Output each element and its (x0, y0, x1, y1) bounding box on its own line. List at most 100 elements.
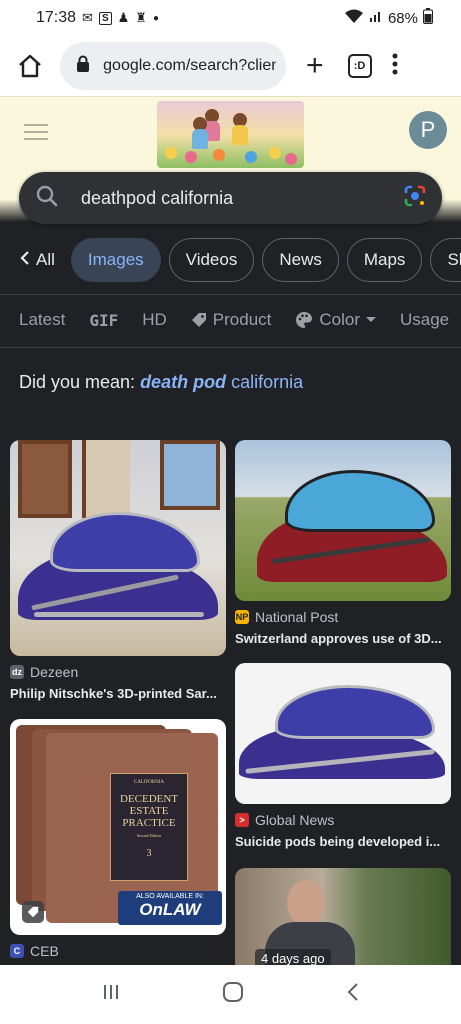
s-app-icon: S (98, 11, 112, 25)
system-nav-bar (0, 965, 461, 1024)
search-tabs: All Images Videos News Maps Sho (0, 238, 461, 282)
result-thumbnail[interactable] (10, 440, 226, 656)
more-vert-icon (392, 53, 398, 74)
google-doodle[interactable] (157, 101, 304, 168)
book-brand: OnLAW (139, 900, 201, 919)
filter-product-label: Product (212, 310, 272, 329)
time-ago-badge: 4 days ago (255, 949, 331, 965)
did-you-mean-prefix: Did you mean: (19, 372, 141, 392)
home-button[interactable] (14, 50, 46, 82)
dot-icon: ● (152, 12, 159, 24)
national-post-favicon: NP (235, 610, 249, 624)
book-title-1: DECEDENT (119, 793, 179, 805)
address-bar[interactable]: google.com/search?client (60, 42, 286, 90)
tab-all[interactable]: All (20, 250, 55, 271)
tab-videos[interactable]: Videos (168, 238, 255, 282)
status-bar: 17:38 ✉ S ♟ ♜ ● 68% (0, 0, 461, 36)
result-thumbnail[interactable]: CALIFORNIA DECEDENT ESTATE PRACTICE Seco… (10, 719, 226, 935)
book-title-3: PRACTICE (122, 817, 176, 829)
search-box[interactable]: deathpod california (19, 172, 442, 224)
result-source: dz Dezeen (10, 664, 226, 680)
google-header: P (0, 96, 461, 184)
search-query[interactable]: deathpod california (81, 188, 233, 209)
product-tag-badge (22, 901, 44, 923)
filter-usage[interactable]: Usage (400, 310, 449, 330)
result-thumbnail[interactable] (235, 440, 451, 601)
image-result[interactable]: NP National Post Switzerland approves us… (235, 440, 451, 646)
result-thumbnail[interactable] (235, 663, 451, 804)
home-nav-button[interactable] (222, 981, 244, 1008)
result-title[interactable]: Philip Nitschke's 3D-printed Sar... (10, 686, 226, 701)
ceb-favicon: C (10, 944, 24, 958)
result-source: C CEB (10, 943, 226, 959)
result-thumbnail[interactable]: 4 days ago (235, 868, 451, 965)
tab-news[interactable]: News (262, 238, 339, 282)
account-avatar[interactable]: P (409, 111, 447, 149)
battery-percent: 68% (387, 9, 418, 27)
book-volume: 3 (146, 848, 152, 859)
dezeen-favicon: dz (10, 665, 24, 679)
mail-icon: ✉ (82, 10, 93, 25)
book-also: ALSO AVAILABLE IN: (136, 893, 204, 900)
hamburger-menu-icon[interactable] (24, 124, 48, 145)
wifi-icon (344, 8, 364, 28)
tab-maps[interactable]: Maps (346, 238, 423, 282)
browser-toolbar: google.com/search?client + :D (0, 36, 461, 96)
results-area: All Images Videos News Maps Sho Latest G… (0, 222, 461, 965)
tab-all-label: All (36, 250, 55, 269)
signal-icon (369, 9, 383, 27)
tab-switcher-button[interactable]: :D (347, 54, 372, 78)
google-lens-icon[interactable] (402, 183, 428, 214)
recent-apps-button[interactable] (101, 982, 121, 1007)
image-result[interactable]: dz Dezeen Philip Nitschke's 3D-printed S… (10, 440, 226, 701)
filter-hd[interactable]: HD (142, 310, 167, 330)
tag-icon (191, 313, 206, 327)
back-chevron-icon (347, 983, 358, 1001)
result-source-name: National Post (255, 609, 339, 625)
filter-color[interactable]: Color (295, 310, 376, 330)
filter-product[interactable]: Product (191, 310, 272, 330)
home-circle-icon (223, 982, 244, 1002)
status-time: 17:38 (36, 9, 77, 26)
book-edition: Second Edition (136, 833, 162, 838)
divider (0, 294, 461, 295)
filter-gif[interactable]: GIF (89, 311, 118, 330)
filter-color-label: Color (319, 310, 360, 329)
image-result[interactable]: 4 days ago (235, 868, 451, 965)
palette-icon (296, 312, 313, 328)
url-text: google.com/search?client (103, 57, 276, 74)
back-nav-button[interactable] (346, 981, 360, 1008)
did-you-mean-correction[interactable]: death pod (140, 372, 226, 392)
recents-icon (103, 985, 118, 999)
image-result[interactable]: CALIFORNIA DECEDENT ESTATE PRACTICE Seco… (10, 719, 226, 959)
figure-icon: ♟ (117, 10, 130, 25)
tab-images[interactable]: Images (70, 238, 161, 282)
chevron-left-icon (20, 250, 30, 271)
did-you-mean: Did you mean: death pod california (19, 372, 303, 393)
book-series: CALIFORNIA (133, 780, 165, 785)
book-title-2: ESTATE (129, 805, 169, 817)
image-result[interactable]: > Global News Suicide pods being develop… (235, 663, 451, 849)
keyhole-icon: ♜ (135, 10, 147, 25)
result-source-name: Global News (255, 812, 335, 828)
filter-latest[interactable]: Latest (19, 310, 65, 330)
lock-icon (76, 55, 93, 78)
image-filters: Latest GIF HD Product Color Usage (19, 306, 449, 334)
home-icon (19, 54, 41, 78)
search-icon (35, 184, 59, 213)
did-you-mean-rest[interactable]: california (226, 372, 303, 392)
battery-icon (423, 8, 433, 28)
menu-button[interactable] (392, 52, 398, 81)
result-source: > Global News (235, 812, 451, 828)
result-source-name: CEB (30, 943, 59, 959)
divider (0, 347, 461, 348)
result-title[interactable]: Switzerland approves use of 3D... (235, 631, 451, 646)
tag-icon (27, 906, 39, 918)
new-tab-button[interactable]: + (306, 51, 324, 81)
result-title[interactable]: Suicide pods being developed i... (235, 834, 451, 849)
global-news-favicon: > (235, 813, 249, 827)
tab-shopping[interactable]: Sho (430, 238, 461, 282)
result-source: NP National Post (235, 609, 451, 625)
result-source-name: Dezeen (30, 664, 79, 680)
caret-down-icon (366, 317, 376, 322)
